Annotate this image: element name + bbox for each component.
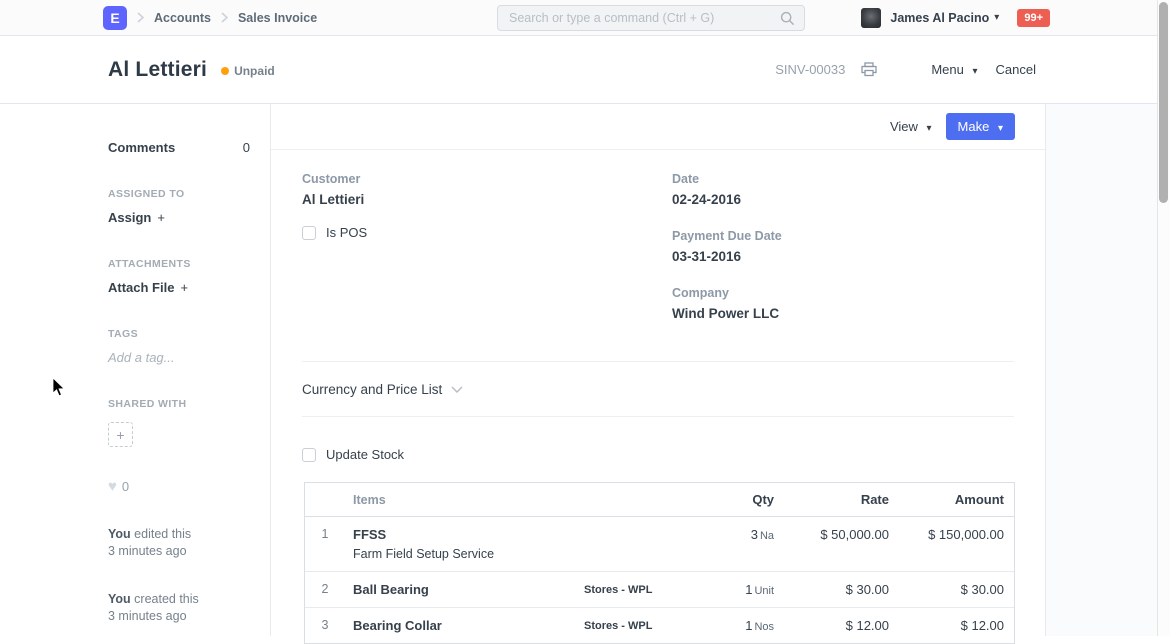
table-row[interactable]: 3 Bearing Collar Stores - WPL 1Nos $ 12.… [305,608,1014,643]
items-table-header: Items Qty Rate Amount [305,483,1014,517]
item-name: Ball Bearing [353,582,584,597]
column-items: Items [345,493,584,507]
update-stock-checkbox[interactable] [302,448,316,462]
company-field[interactable]: Company Wind Power LLC [672,286,1014,321]
breadcrumb-accounts[interactable]: Accounts [154,11,211,25]
payment-due-date-value: 03-31-2016 [672,249,1014,264]
page-header-actions: SINV-00033 Menu ▾ Cancel [775,62,1036,77]
date-value: 02-24-2016 [672,192,1014,207]
search-input[interactable] [498,11,780,25]
attach-file-button[interactable]: Attach File+ [108,280,250,295]
search-icon [780,11,795,26]
heart-icon: ♥ [108,478,117,495]
app-logo[interactable]: E [103,6,127,30]
company-value: Wind Power LLC [672,306,1014,321]
caret-down-icon: ▾ [973,66,978,77]
item-description: Farm Field Setup Service [353,547,584,561]
chevron-down-icon [451,380,463,398]
item-name: FFSS [353,527,584,542]
scrollbar-track [1157,0,1170,636]
is-pos-field: Is POS [302,225,644,240]
user-menu[interactable]: James Al Pacino [890,11,989,25]
breadcrumb-sales-invoice[interactable]: Sales Invoice [238,11,317,25]
is-pos-label: Is POS [326,225,367,240]
item-warehouse: Stores - WPL [584,618,704,632]
customer-label: Customer [302,172,644,186]
column-amount: Amount [899,492,1014,507]
payment-due-date-field[interactable]: Payment Due Date 03-31-2016 [672,229,1014,264]
right-gutter [1046,104,1170,636]
chevron-right-icon [137,12,144,23]
item-warehouse [584,527,704,529]
user-avatar[interactable] [861,8,881,28]
assigned-to-heading: ASSIGNED TO [108,188,250,200]
update-stock-field: Update Stock [302,447,1014,462]
caret-down-icon: ▾ [994,12,999,23]
column-rate: Rate [784,492,899,507]
comments-label: Comments [108,140,175,155]
scrollbar-thumb[interactable] [1159,2,1168,203]
like-count: 0 [122,479,129,494]
activity-entry: You edited this 3 minutes ago [108,526,250,560]
form-toolbar: View ▾ Make ▾ [271,104,1045,150]
company-label: Company [672,286,1014,300]
comments-count: 0 [243,140,250,155]
update-stock-label: Update Stock [326,447,404,462]
currency-section-toggle[interactable]: Currency and Price List [271,362,1045,416]
content: Comments 0 ASSIGNED TO Assign+ ATTACHMEN… [0,104,1170,636]
item-name: Bearing Collar [353,618,584,633]
plus-icon: + [157,210,165,225]
like-control[interactable]: ♥ 0 [108,478,250,495]
is-pos-checkbox[interactable] [302,226,316,240]
form-sidebar: Comments 0 ASSIGNED TO Assign+ ATTACHMEN… [0,104,270,636]
document-id: SINV-00033 [775,62,845,77]
add-tag-input[interactable]: Add a tag... [108,350,250,365]
payment-due-date-label: Payment Due Date [672,229,1014,243]
customer-value: Al Lettieri [302,192,644,207]
date-label: Date [672,172,1014,186]
attachments-heading: ATTACHMENTS [108,258,250,270]
page-header: Al Lettieri Unpaid SINV-00033 Menu ▾ Can… [0,36,1170,104]
tags-heading: TAGS [108,328,250,340]
chevron-right-icon [221,12,228,23]
share-add-button[interactable]: + [108,422,133,447]
items-table: Items Qty Rate Amount 1 FFSS Farm Field … [304,482,1015,644]
plus-icon: + [116,427,124,443]
activity-entry: You created this 3 minutes ago [108,591,250,625]
navbar-user-area: James Al Pacino ▾ 99+ [861,8,1050,28]
status-dot-icon [221,67,229,75]
form-fields: Customer Al Lettieri Is POS Date 02-24-2… [271,150,1045,321]
caret-down-icon: ▾ [998,123,1003,134]
page-title: Al Lettieri [108,58,207,82]
form-column-left: Customer Al Lettieri Is POS [302,172,644,321]
print-icon[interactable] [861,62,877,77]
shared-with-heading: SHARED WITH [108,398,250,410]
notification-badge[interactable]: 99+ [1017,9,1050,27]
item-warehouse: Stores - WPL [584,582,704,596]
plus-icon: + [180,280,188,295]
assign-button[interactable]: Assign+ [108,210,250,225]
make-button[interactable]: Make ▾ [946,113,1015,140]
status-badge: Unpaid [221,64,275,78]
grid-icon[interactable] [889,64,901,76]
form-column-right: Date 02-24-2016 Payment Due Date 03-31-2… [672,172,1014,321]
cancel-button[interactable]: Cancel [996,62,1036,77]
customer-field[interactable]: Customer Al Lettieri [302,172,644,207]
view-button[interactable]: View ▾ [890,119,932,134]
section-divider [302,416,1014,417]
date-field[interactable]: Date 02-24-2016 [672,172,1014,207]
form-body: View ▾ Make ▾ Customer Al Lettieri Is PO… [270,104,1046,636]
global-search [497,5,805,31]
breadcrumb: E Accounts Sales Invoice [103,6,317,30]
column-qty: Qty [704,492,784,507]
navbar: E Accounts Sales Invoice James Al Pacino… [0,0,1170,36]
menu-button[interactable]: Menu ▾ [931,62,977,77]
table-row[interactable]: 2 Ball Bearing Stores - WPL 1Unit $ 30.0… [305,572,1014,608]
status-label: Unpaid [234,64,275,78]
sidebar-comments[interactable]: Comments 0 [108,140,250,155]
caret-down-icon: ▾ [927,123,932,134]
table-row[interactable]: 1 FFSS Farm Field Setup Service 3Na $ 50… [305,517,1014,572]
